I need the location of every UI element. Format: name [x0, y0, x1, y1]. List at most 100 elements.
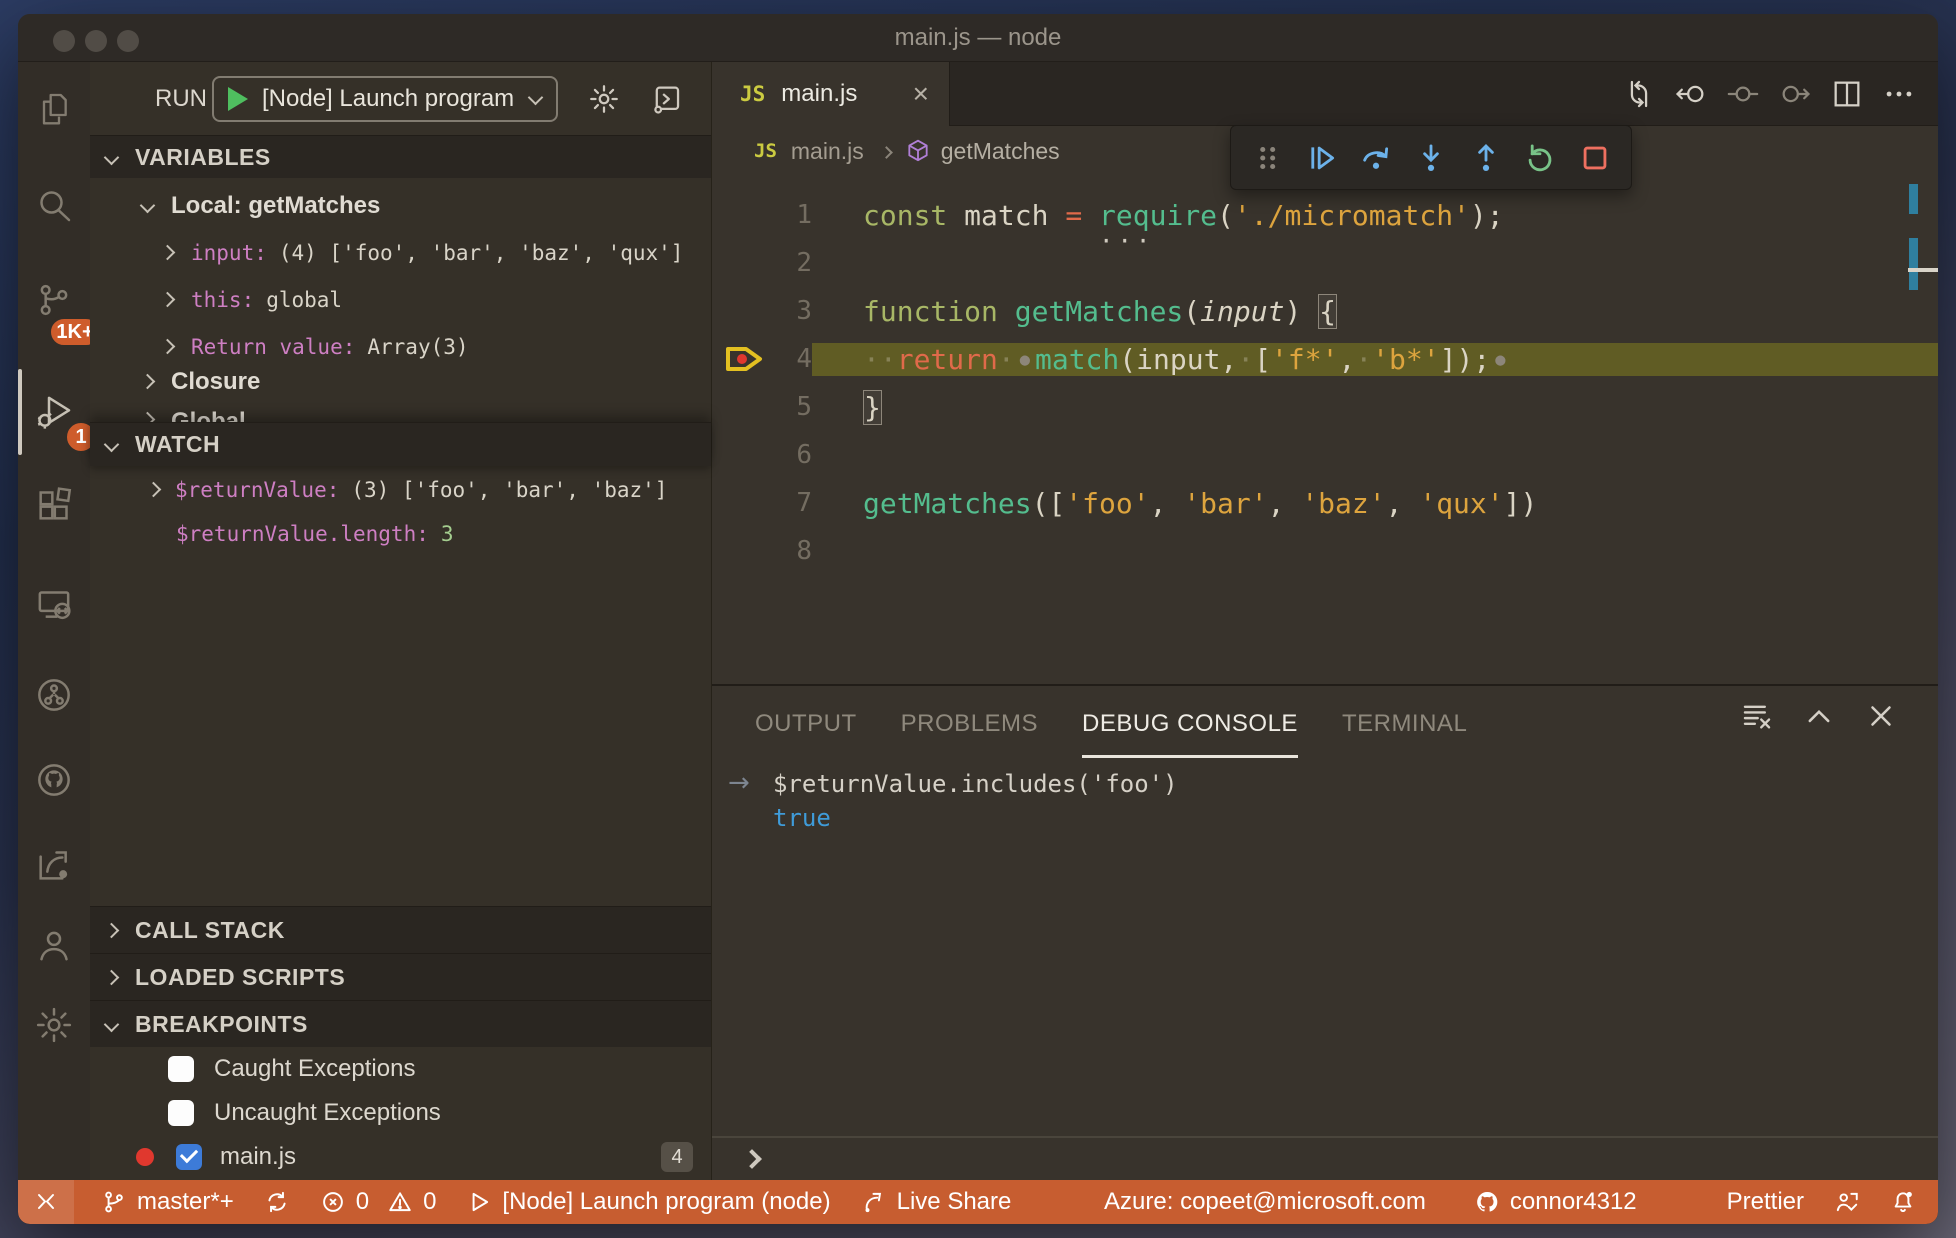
checkbox-unchecked[interactable]	[168, 1100, 194, 1126]
formatter-status[interactable]: Prettier	[1712, 1180, 1819, 1224]
scope-row-closure[interactable]: Closure	[90, 358, 711, 405]
breakpoint-row-mainjs[interactable]: main.js 4	[90, 1135, 711, 1179]
scope-row-global[interactable]: Global	[90, 400, 711, 422]
launch-config-label: [Node] Launch program	[262, 85, 515, 112]
tab-problems[interactable]: PROBLEMS	[901, 686, 1038, 762]
breakpoint-count-badge: 4	[661, 1142, 693, 1172]
chevron-right-icon	[103, 922, 120, 938]
code-text: ··return· ● match(input,·['f*',·'b*']); ●	[812, 342, 1938, 376]
code-line[interactable]: 7 getMatches(['foo', 'bar', 'baz', 'qux']…	[712, 479, 1938, 527]
console-input[interactable]	[712, 1136, 1938, 1182]
split-editor-icon[interactable]	[1830, 77, 1864, 111]
nav-forward-icon[interactable]	[1778, 77, 1812, 111]
checkbox-unchecked[interactable]	[168, 1056, 194, 1082]
line-number: 7	[796, 488, 812, 518]
variable-row-this[interactable]: this: global	[90, 276, 711, 323]
launch-status-label: [Node] Launch program (node)	[502, 1188, 831, 1215]
network-icon	[38, 679, 70, 711]
continue-button[interactable]	[1300, 136, 1344, 180]
code-token: const	[863, 198, 948, 232]
sidebar-item-network[interactable]	[18, 653, 90, 737]
breakpoint-row-caught[interactable]: Caught Exceptions	[90, 1047, 711, 1091]
github-icon	[38, 764, 70, 796]
breakpoints-section-header[interactable]: BREAKPOINTS	[90, 1000, 711, 1047]
current-statement-arrow-icon[interactable]	[712, 335, 772, 383]
breakpoint-gutter[interactable]	[712, 239, 772, 287]
variable-row-input[interactable]: input: (4) ['foo', 'bar', 'baz', 'qux']	[90, 229, 711, 276]
close-icon[interactable]	[1864, 699, 1898, 733]
variable-value: Array(3)	[367, 334, 469, 359]
watch-row-returnvalue-length[interactable]: $returnValue.length: 3	[90, 510, 711, 557]
breakpoint-gutter[interactable]	[712, 479, 772, 527]
problems-status[interactable]: 0 0	[305, 1180, 452, 1224]
loaded-scripts-section-header[interactable]: LOADED SCRIPTS	[90, 953, 711, 1000]
start-debug-icon[interactable]	[228, 87, 248, 111]
code-token: (input,	[1119, 342, 1238, 376]
breakpoint-gutter[interactable]	[712, 431, 772, 479]
more-actions-icon[interactable]	[1882, 77, 1916, 111]
breakpoint-gutter[interactable]	[712, 191, 772, 239]
code-line[interactable]: 1 const match = require('./micromatch'); ·…	[712, 191, 1938, 255]
watch-row-returnvalue[interactable]: $returnValue: (3) ['foo', 'bar', 'baz']	[90, 466, 711, 513]
azure-account-status[interactable]: Azure: copeet@microsoft.com	[1089, 1180, 1441, 1224]
feedback-status[interactable]	[1819, 1180, 1875, 1224]
debug-launch-status[interactable]: [Node] Launch program (node)	[451, 1180, 845, 1224]
remote-explorer-icon	[38, 591, 71, 620]
breadcrumb-symbol[interactable]: getMatches	[941, 138, 1060, 165]
live-share-status[interactable]: Live Share	[846, 1180, 1027, 1224]
breadcrumb-file[interactable]: main.js	[791, 138, 864, 165]
sync-status[interactable]	[249, 1180, 305, 1224]
open-changes-icon[interactable]	[1622, 77, 1656, 111]
github-account-status[interactable]: connor4312	[1459, 1180, 1652, 1224]
drag-grip-icon[interactable]	[1245, 136, 1289, 180]
clear-console-icon[interactable]	[1740, 699, 1774, 733]
notifications-status[interactable]	[1875, 1180, 1938, 1224]
branch-status[interactable]: master*+	[86, 1180, 249, 1224]
code-line[interactable]: 3 function getMatches(input) {	[712, 287, 1938, 335]
step-over-icon	[1363, 146, 1389, 169]
code-line[interactable]: 6	[712, 431, 1938, 479]
breakpoint-row-uncaught[interactable]: Uncaught Exceptions	[90, 1091, 711, 1135]
step-into-button[interactable]	[1409, 136, 1453, 180]
code-line[interactable]: 5}	[712, 383, 1938, 431]
settings-gear-item[interactable]	[18, 983, 90, 1067]
code-line[interactable]: 4 ··return· ● match(input,·['f*',·'b*']); ●	[712, 335, 1938, 383]
checkbox-checked[interactable]	[176, 1144, 202, 1170]
live-share-icon	[39, 851, 68, 880]
accounts-icon-item[interactable]	[18, 903, 90, 987]
nav-location-icon[interactable]	[1726, 77, 1760, 111]
launch-config-dropdown[interactable]: [Node] Launch program	[212, 76, 558, 122]
callstack-section-header[interactable]: CALL STACK	[90, 906, 711, 953]
stop-button[interactable]	[1573, 136, 1617, 180]
debug-console-button[interactable]	[646, 76, 686, 122]
watch-section-header[interactable]: WATCH	[90, 422, 711, 466]
breakpoint-gutter[interactable]	[712, 383, 772, 431]
sidebar-item-remote-explorer[interactable]	[18, 563, 90, 647]
breakpoint-gutter[interactable]	[712, 527, 772, 575]
tab-mainjs[interactable]: JS main.js ×	[712, 62, 950, 126]
scope-row[interactable]: Local: getMatches	[90, 182, 711, 229]
sidebar-item-extensions[interactable]	[18, 463, 90, 547]
tab-terminal[interactable]: TERMINAL	[1342, 686, 1467, 762]
code-line[interactable]: 2	[712, 239, 1938, 287]
debug-settings-button[interactable]	[584, 76, 624, 122]
sidebar-item-live-share[interactable]	[18, 823, 90, 907]
code-line[interactable]: 8	[712, 527, 1938, 575]
tab-debug-console[interactable]: DEBUG CONSOLE	[1082, 686, 1298, 762]
close-tab-icon[interactable]: ×	[913, 80, 929, 108]
variables-section-header[interactable]: VARIABLES	[90, 135, 711, 178]
tab-output[interactable]: OUTPUT	[755, 686, 857, 762]
step-out-button[interactable]	[1464, 136, 1508, 180]
sidebar-item-explorer[interactable]	[18, 68, 90, 152]
sidebar-item-github[interactable]	[18, 738, 90, 822]
closure-label: Closure	[171, 367, 261, 395]
step-over-button[interactable]	[1354, 136, 1398, 180]
breakpoint-gutter[interactable]	[712, 287, 772, 335]
code-editor[interactable]: 1 const match = require('./micromatch'); ·…	[712, 176, 1938, 684]
restart-button[interactable]	[1518, 136, 1562, 180]
sidebar-item-search[interactable]	[18, 163, 90, 247]
nav-back-icon[interactable]	[1674, 77, 1708, 111]
chevron-up-icon[interactable]	[1802, 699, 1836, 733]
remote-indicator[interactable]	[18, 1180, 74, 1224]
